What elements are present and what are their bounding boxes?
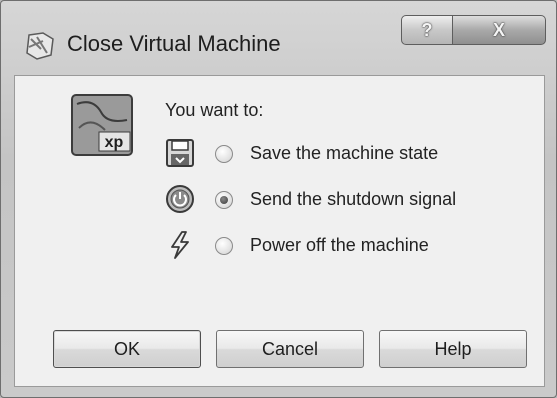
title-bar[interactable]: Close Virtual Machine ? X — [1, 1, 556, 81]
window-title: Close Virtual Machine — [67, 31, 281, 56]
caption-buttons: ? X — [401, 15, 546, 45]
ok-button[interactable]: OK — [53, 330, 201, 368]
virtualbox-app-icon — [26, 32, 54, 60]
prompt-label: You want to: — [165, 100, 264, 120]
save-state-label[interactable]: Save the machine state — [250, 143, 438, 164]
option-power-off[interactable]: Power off the machine — [165, 230, 525, 262]
close-vm-dialog: Close Virtual Machine ? X xp You want to… — [0, 0, 557, 398]
option-save-state[interactable]: Save the machine state — [165, 138, 525, 170]
shutdown-signal-radio[interactable] — [215, 191, 233, 209]
power-off-label[interactable]: Power off the machine — [250, 235, 429, 256]
floppy-save-icon — [166, 139, 194, 167]
help-caption-button[interactable]: ? — [401, 15, 453, 45]
cancel-button[interactable]: Cancel — [216, 330, 364, 368]
os-badge-text: xp — [105, 134, 124, 151]
help-button[interactable]: Help — [379, 330, 527, 368]
close-caption-button[interactable]: X — [453, 15, 546, 45]
dialog-body: xp You want to: Save the machine state S… — [14, 75, 545, 387]
power-off-radio[interactable] — [215, 237, 233, 255]
shutdown-signal-label[interactable]: Send the shutdown signal — [250, 189, 456, 210]
power-button-icon — [166, 185, 194, 213]
windows-xp-os-icon: xp — [71, 94, 133, 156]
option-shutdown-signal[interactable]: Send the shutdown signal — [165, 184, 525, 216]
save-state-radio[interactable] — [215, 145, 233, 163]
lightning-icon — [171, 231, 189, 259]
